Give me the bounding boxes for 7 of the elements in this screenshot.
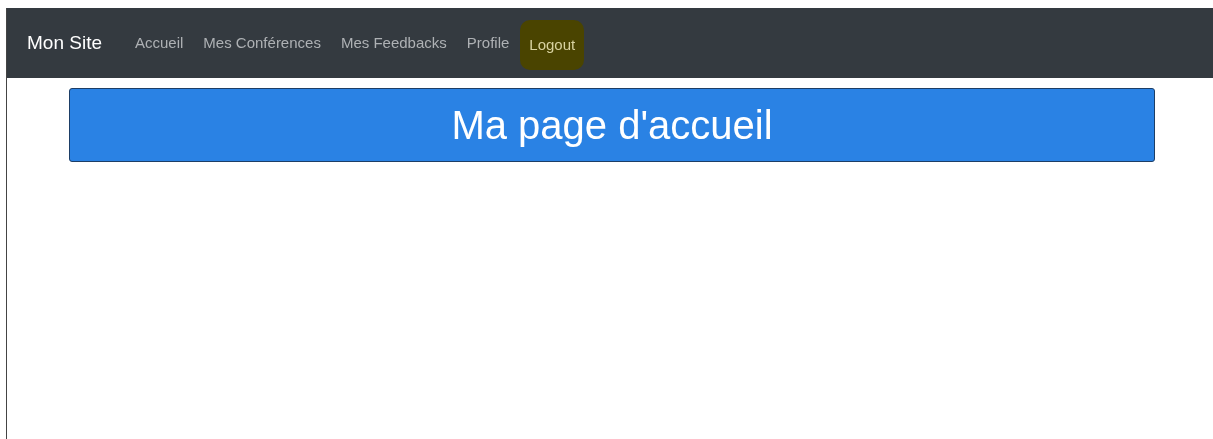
nav-link[interactable]: Mes Conférences <box>194 17 330 69</box>
nav-link[interactable]: Profile <box>457 17 519 69</box>
nav-link[interactable]: Mes Feedbacks <box>331 17 456 69</box>
nav-link[interactable]: Logout <box>520 19 585 71</box>
page-title: Ma page d'accueil <box>451 102 773 149</box>
nav-link[interactable]: Accueil <box>126 17 193 69</box>
site-brand[interactable]: Mon Site <box>27 28 102 58</box>
